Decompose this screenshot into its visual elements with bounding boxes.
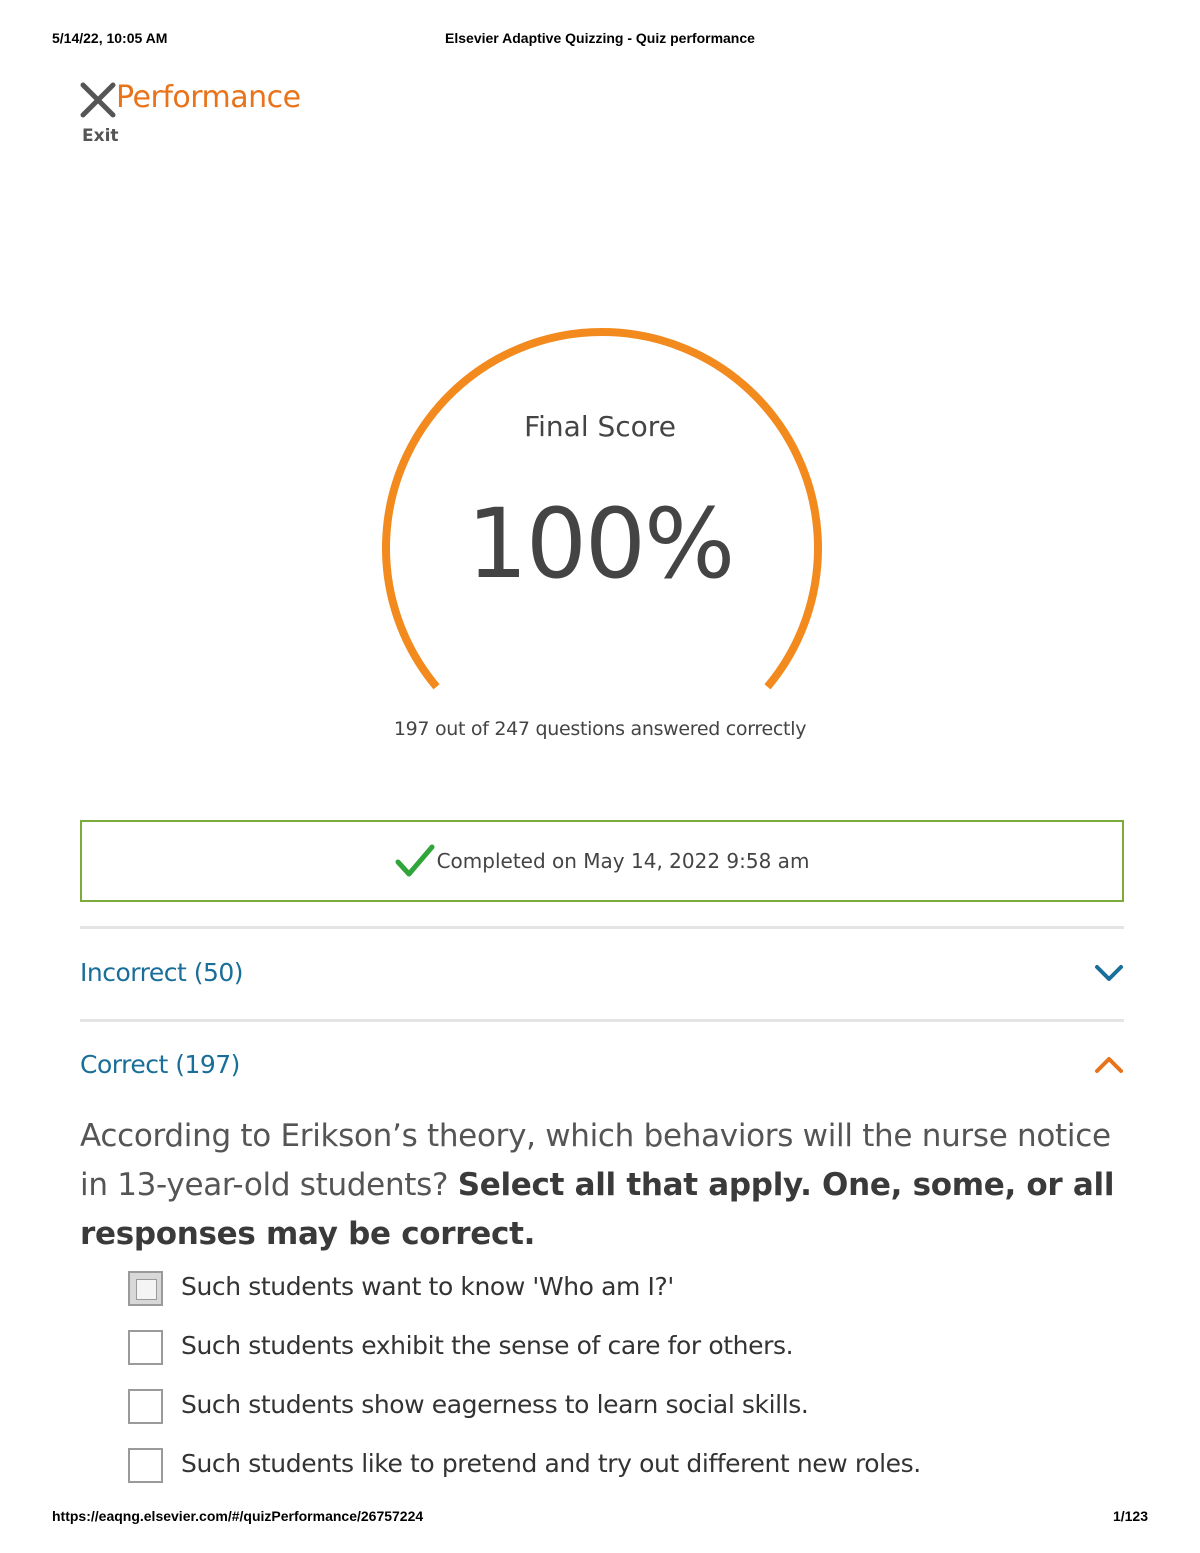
answer-label: Such students like to pretend and try ou…	[181, 1449, 921, 1478]
answer-option-3[interactable]: Such students show eagerness to learn so…	[128, 1386, 1124, 1426]
answer-label: Such students exhibit the sense of care …	[181, 1331, 794, 1360]
answer-option-2[interactable]: Such students exhibit the sense of care …	[128, 1327, 1124, 1367]
page-title: Performance	[116, 80, 301, 115]
answer-option-4[interactable]: Such students like to pretend and try ou…	[128, 1445, 1124, 1485]
completed-banner: Completed on May 14, 2022 9:58 am	[80, 820, 1124, 902]
answer-checkbox[interactable]	[128, 1389, 163, 1424]
answer-checkbox[interactable]	[128, 1330, 163, 1365]
divider	[80, 926, 1124, 929]
divider	[80, 1019, 1124, 1022]
print-header: 5/14/22, 10:05 AM Elsevier Adaptive Quiz…	[52, 28, 1148, 50]
score-summary: 197 out of 247 questions answered correc…	[393, 718, 807, 740]
print-url: https://eaqng.elsevier.com/#/quizPerform…	[52, 1508, 424, 1524]
chevron-up-icon[interactable]	[1094, 1054, 1124, 1076]
correct-section-label: Correct (197)	[80, 1050, 240, 1079]
correct-section-header[interactable]: Correct (197)	[80, 1042, 1124, 1092]
completed-text: Completed on May 14, 2022 9:58 am	[436, 849, 810, 873]
exit-button[interactable]: Exit	[82, 126, 119, 146]
answer-checkbox[interactable]	[128, 1271, 163, 1306]
question-text: According to Erikson’s theory, which beh…	[80, 1112, 1124, 1259]
print-footer: https://eaqng.elsevier.com/#/quizPerform…	[52, 1508, 1148, 1528]
answer-option-1[interactable]: Such students want to know 'Who am I?'	[128, 1268, 1124, 1308]
checkmark-icon	[395, 844, 435, 877]
incorrect-section-label: Incorrect (50)	[80, 958, 244, 987]
answer-label: Such students show eagerness to learn so…	[181, 1390, 809, 1419]
print-page-title: Elsevier Adaptive Quizzing - Quiz perfor…	[445, 30, 755, 46]
close-icon[interactable]	[80, 82, 116, 118]
final-score-label: Final Score	[524, 410, 676, 443]
final-score-value: 100%	[466, 488, 735, 600]
answer-checkbox[interactable]	[128, 1448, 163, 1483]
answer-label: Such students want to know 'Who am I?'	[181, 1272, 674, 1301]
chevron-down-icon[interactable]	[1094, 962, 1124, 984]
print-page-number: 1/123	[1112, 1508, 1148, 1524]
incorrect-section-header[interactable]: Incorrect (50)	[80, 950, 1124, 1000]
